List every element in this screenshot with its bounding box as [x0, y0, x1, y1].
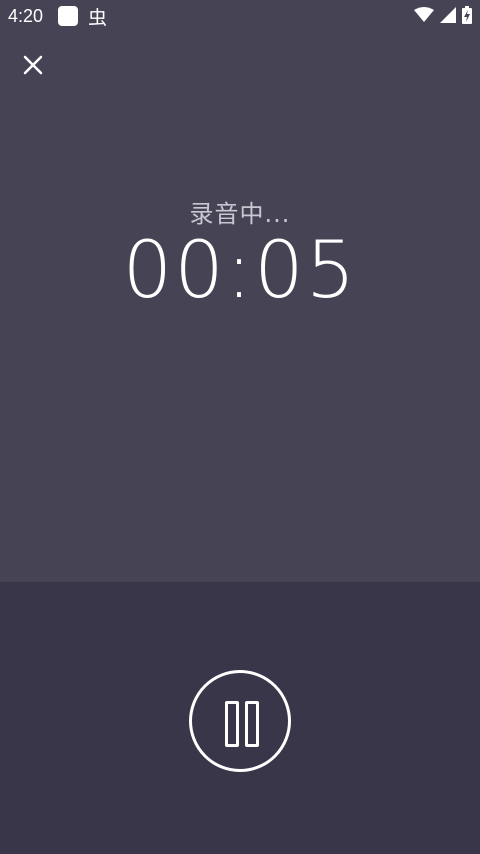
pause-icon-bar	[245, 701, 259, 747]
close-button[interactable]	[16, 48, 50, 82]
battery-charging-icon	[462, 6, 472, 28]
pause-button[interactable]	[189, 670, 291, 772]
recorder-screen: 4:20 虫 录音中... 00:05	[0, 0, 480, 854]
wifi-icon	[414, 7, 434, 27]
app-square-icon	[58, 6, 78, 26]
system-icons	[414, 6, 472, 28]
pause-icon	[225, 701, 239, 747]
close-icon	[23, 55, 43, 75]
status-bar: 4:20 虫	[0, 0, 480, 34]
bug-icon: 虫	[88, 7, 108, 29]
recording-status-label: 录音中...	[189, 200, 291, 228]
signal-icon	[440, 7, 456, 27]
control-panel	[0, 582, 480, 854]
elapsed-timer: 00:05	[122, 226, 358, 316]
status-time: 4:20	[8, 6, 44, 26]
